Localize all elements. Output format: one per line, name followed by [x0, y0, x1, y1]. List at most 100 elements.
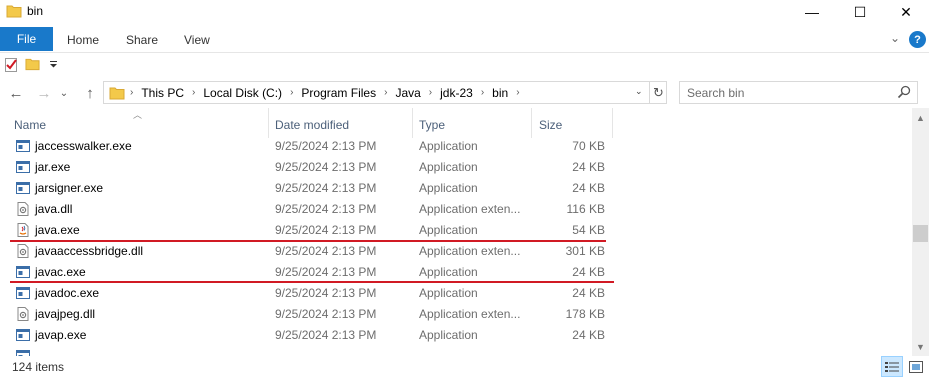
status-bar: 124 items [0, 356, 929, 378]
file-row[interactable]: java.exe 9/25/2024 2:13 PM Application 54 K… [0, 220, 912, 241]
breadcrumb-separator[interactable]: › [187, 87, 200, 98]
file-name: java.exe [35, 223, 80, 237]
file-size: 70 KB [572, 139, 605, 153]
large-icons-view-icon [909, 360, 923, 373]
new-folder-icon[interactable] [25, 57, 40, 71]
help-button[interactable]: ? [909, 31, 926, 48]
properties-icon[interactable] [5, 57, 18, 72]
breadcrumb-bin[interactable]: bin [489, 86, 511, 100]
breadcrumb-separator[interactable]: › [125, 87, 138, 98]
details-view-button[interactable] [881, 356, 903, 377]
search-input[interactable]: Search bin [687, 86, 744, 100]
file-row[interactable]: javaaccessbridge.dll 9/25/2024 2:13 PM App… [0, 241, 912, 262]
file-row[interactable]: javac.exe 9/25/2024 2:13 PM Application 24 … [0, 262, 912, 283]
breadcrumb-this-pc[interactable]: This PC [138, 86, 187, 100]
scrollbar-thumb[interactable] [913, 225, 928, 242]
vertical-scrollbar[interactable]: ▲ ▼ [912, 108, 929, 356]
search-icon[interactable] [897, 85, 911, 99]
file-type: Application exten... [419, 244, 521, 258]
tab-file[interactable]: File [0, 27, 53, 51]
customize-toolbar-icon[interactable] [49, 60, 58, 68]
sort-ascending-icon: ︿ [133, 110, 143, 120]
refresh-button[interactable]: ↻ [649, 82, 667, 103]
breadcrumb-separator[interactable]: › [285, 87, 298, 98]
up-button[interactable]: ↑ [80, 83, 100, 103]
file-size: 24 KB [572, 286, 605, 300]
file-size: 54 KB [572, 223, 605, 237]
search-box[interactable]: Search bin [679, 81, 918, 104]
column-type[interactable]: Type [419, 118, 445, 132]
breadcrumb-separator[interactable]: › [379, 87, 392, 98]
exe-icon [16, 139, 30, 153]
back-button[interactable]: ← [6, 83, 26, 103]
file-row[interactable]: jar.exe 9/25/2024 2:13 PM Application 24 KB [0, 157, 912, 178]
breadcrumb-separator[interactable]: › [511, 87, 524, 98]
breadcrumb-program-files[interactable]: Program Files [298, 86, 379, 100]
title-bar: bin — ☐ ✕ [0, 0, 929, 24]
highlight-underline [10, 240, 606, 242]
exe-icon [16, 328, 30, 342]
java-icon [16, 223, 30, 237]
file-date-modified: 9/25/2024 2:13 PM [275, 139, 377, 153]
address-bar[interactable]: › This PC › Local Disk (C:) › Program Fi… [103, 81, 667, 104]
column-divider[interactable] [612, 108, 613, 138]
column-divider[interactable] [531, 108, 532, 138]
file-date-modified: 9/25/2024 2:13 PM [275, 286, 377, 300]
breadcrumb-java[interactable]: Java [392, 86, 423, 100]
breadcrumb: › This PC › Local Disk (C:) › Program Fi… [104, 82, 525, 103]
file-type: Application [419, 223, 478, 237]
file-row[interactable]: jaccesswalker.exe 9/25/2024 2:13 PM Applic… [0, 136, 912, 157]
column-date-modified[interactable]: Date modified [275, 118, 349, 132]
tab-home[interactable]: Home [67, 33, 99, 47]
minimize-button[interactable]: — [789, 0, 835, 24]
breadcrumb-separator[interactable]: › [476, 87, 489, 98]
scroll-up-icon[interactable]: ▲ [916, 113, 925, 123]
tab-share[interactable]: Share [126, 33, 158, 47]
file-type: Application [419, 265, 478, 279]
column-headers: ︿ Name Date modified Type Size [0, 108, 912, 138]
column-divider[interactable] [412, 108, 413, 138]
column-divider[interactable] [268, 108, 269, 138]
file-type: Application [419, 181, 478, 195]
large-icons-view-button[interactable] [905, 356, 927, 377]
file-name: javac.exe [35, 265, 86, 279]
file-row[interactable]: javap.exe 9/25/2024 2:13 PM Application 24 … [0, 325, 912, 346]
recent-locations-button[interactable]: ⌄ [57, 83, 71, 103]
file-row[interactable]: javadoc.exe 9/25/2024 2:13 PM Application 2… [0, 283, 912, 304]
column-size[interactable]: Size [539, 118, 562, 132]
breadcrumb-local-disk[interactable]: Local Disk (C:) [200, 86, 285, 100]
address-dropdown-button[interactable]: ⌄ [635, 86, 643, 97]
folder-icon [109, 87, 125, 99]
exe-icon [16, 181, 30, 195]
close-button[interactable]: ✕ [883, 0, 929, 24]
exe-icon [16, 286, 30, 300]
file-size: 24 KB [572, 265, 605, 279]
tab-view[interactable]: View [184, 33, 210, 47]
item-count: 124 items [12, 360, 65, 374]
file-size: 178 KB [565, 307, 605, 321]
scroll-down-icon[interactable]: ▼ [916, 342, 925, 352]
file-row[interactable]: jarsigner.exe 9/25/2024 2:13 PM Applicatio… [0, 178, 912, 199]
file-name: javadoc.exe [35, 286, 100, 300]
forward-button[interactable]: → [34, 83, 54, 103]
highlight-underline [10, 281, 614, 283]
file-row[interactable]: java.dll 9/25/2024 2:13 PM Application ext… [0, 199, 912, 220]
breadcrumb-jdk-23[interactable]: jdk-23 [437, 86, 476, 100]
file-size: 24 KB [572, 328, 605, 342]
file-name: jar.exe [35, 160, 71, 174]
file-name: jarsigner.exe [35, 181, 104, 195]
file-name: javaaccessbridge.dll [35, 244, 144, 258]
maximize-button[interactable]: ☐ [837, 0, 883, 24]
column-name[interactable]: Name [14, 118, 46, 132]
folder-icon [6, 5, 22, 18]
dll-icon [16, 244, 30, 258]
file-type: Application [419, 139, 478, 153]
file-date-modified: 9/25/2024 2:13 PM [275, 181, 377, 195]
file-row[interactable]: javajpeg.dll 9/25/2024 2:13 PM Application… [0, 304, 912, 325]
file-date-modified: 9/25/2024 2:13 PM [275, 202, 377, 216]
file-size: 24 KB [572, 160, 605, 174]
file-row[interactable] [0, 346, 912, 356]
breadcrumb-separator[interactable]: › [424, 87, 437, 98]
file-date-modified: 9/25/2024 2:13 PM [275, 160, 377, 174]
ribbon-expand-button[interactable]: ⌄ [890, 31, 900, 45]
